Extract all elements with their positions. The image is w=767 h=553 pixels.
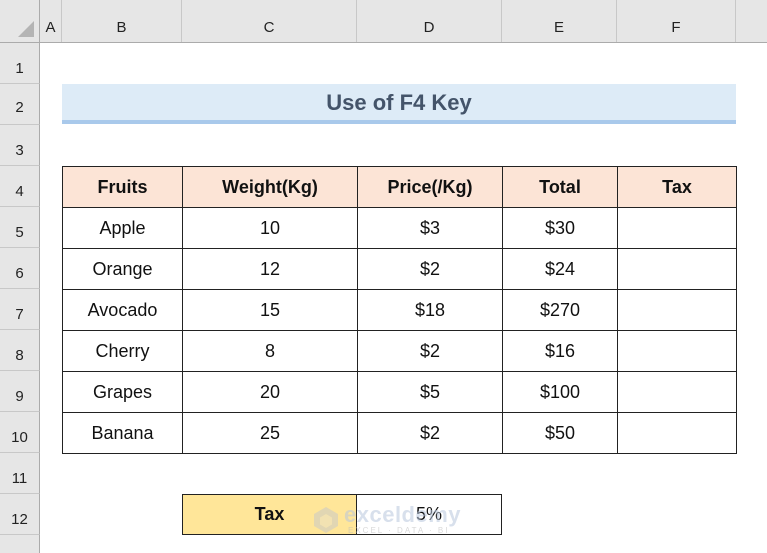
column-header-e[interactable]: E [502, 0, 617, 42]
cell-weight[interactable]: 10 [182, 207, 358, 249]
row-header-3[interactable]: 3 [0, 125, 40, 166]
row-header-12[interactable]: 12 [0, 494, 40, 535]
cell-tax[interactable] [617, 289, 737, 331]
row-header-13[interactable] [0, 535, 40, 553]
column-header-c[interactable]: C [182, 0, 357, 42]
cell-price[interactable]: $2 [357, 330, 503, 372]
cell-price[interactable]: $2 [357, 248, 503, 290]
tax-rate-label[interactable]: Tax [182, 494, 357, 535]
cell-price[interactable]: $3 [357, 207, 503, 249]
column-header-a[interactable]: A [40, 0, 62, 42]
header-fruits[interactable]: Fruits [62, 166, 183, 208]
row-header-1[interactable]: 1 [0, 43, 40, 84]
row-header-6[interactable]: 6 [0, 248, 40, 289]
cell-weight[interactable]: 25 [182, 412, 358, 454]
cell-tax[interactable] [617, 207, 737, 249]
cell-fruit[interactable]: Banana [62, 412, 183, 454]
cell-total[interactable]: $24 [502, 248, 618, 290]
cell-weight[interactable]: 8 [182, 330, 358, 372]
table-row: Banana 25 $2 $50 [62, 412, 737, 454]
cell-fruit[interactable]: Orange [62, 248, 183, 290]
row-header-5[interactable]: 5 [0, 207, 40, 248]
table-row: Orange 12 $2 $24 [62, 248, 737, 290]
header-total[interactable]: Total [502, 166, 618, 208]
cell-tax[interactable] [617, 330, 737, 372]
column-header-f[interactable]: F [617, 0, 736, 42]
column-header-g[interactable] [736, 0, 767, 42]
fruit-table: Fruits Weight(Kg) Price(/Kg) Total Tax A… [62, 166, 737, 454]
cell-total[interactable]: $16 [502, 330, 618, 372]
header-tax[interactable]: Tax [617, 166, 737, 208]
cell-weight[interactable]: 12 [182, 248, 358, 290]
cell-total[interactable]: $270 [502, 289, 618, 331]
column-header-bar: A B C D E F [40, 0, 767, 43]
cell-fruit[interactable]: Avocado [62, 289, 183, 331]
table-row: Avocado 15 $18 $270 [62, 289, 737, 331]
select-all-triangle-icon [18, 21, 34, 37]
cell-tax[interactable] [617, 412, 737, 454]
cell-total[interactable]: $100 [502, 371, 618, 413]
header-weight[interactable]: Weight(Kg) [182, 166, 358, 208]
cell-tax[interactable] [617, 248, 737, 290]
table-row: Grapes 20 $5 $100 [62, 371, 737, 413]
header-price[interactable]: Price(/Kg) [357, 166, 503, 208]
cell-price[interactable]: $2 [357, 412, 503, 454]
tax-rate-value[interactable]: 5% [356, 494, 502, 535]
row-header-9[interactable]: 9 [0, 371, 40, 412]
row-header-4[interactable]: 4 [0, 166, 40, 207]
cell-fruit[interactable]: Apple [62, 207, 183, 249]
cell-tax[interactable] [617, 371, 737, 413]
cell-fruit[interactable]: Cherry [62, 330, 183, 372]
table-row: Apple 10 $3 $30 [62, 207, 737, 249]
cell-price[interactable]: $18 [357, 289, 503, 331]
row-header-11[interactable]: 11 [0, 453, 40, 494]
row-header-10[interactable]: 10 [0, 412, 40, 453]
row-header-8[interactable]: 8 [0, 330, 40, 371]
cell-total[interactable]: $50 [502, 412, 618, 454]
table-header-row: Fruits Weight(Kg) Price(/Kg) Total Tax [62, 166, 737, 208]
cell-fruit[interactable]: Grapes [62, 371, 183, 413]
cell-total[interactable]: $30 [502, 207, 618, 249]
sheet-title[interactable]: Use of F4 Key [62, 84, 736, 124]
cell-weight[interactable]: 15 [182, 289, 358, 331]
row-header-2[interactable]: 2 [0, 84, 40, 125]
select-all-corner[interactable] [0, 0, 40, 43]
column-header-d[interactable]: D [357, 0, 502, 42]
column-header-b[interactable]: B [62, 0, 182, 42]
row-header-7[interactable]: 7 [0, 289, 40, 330]
cell-weight[interactable]: 20 [182, 371, 358, 413]
cell-price[interactable]: $5 [357, 371, 503, 413]
table-row: Cherry 8 $2 $16 [62, 330, 737, 372]
